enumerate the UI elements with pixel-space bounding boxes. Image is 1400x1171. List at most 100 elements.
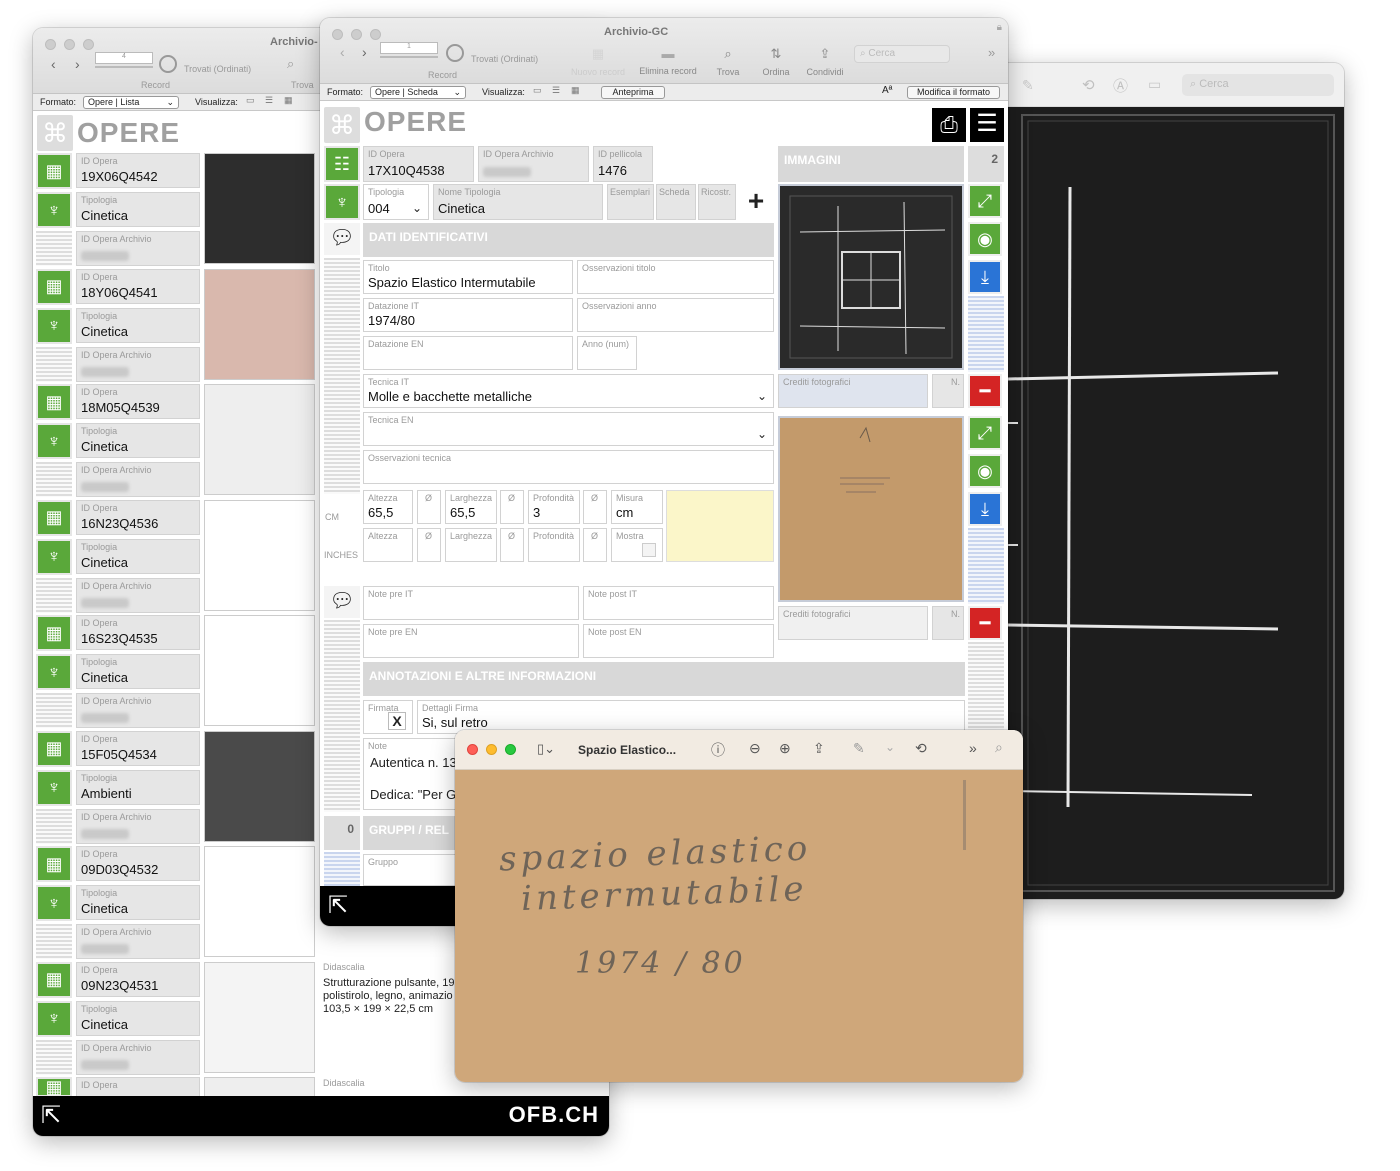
osservazioni-titolo-field[interactable]: Osservazioni titolo bbox=[577, 260, 774, 294]
diametro-field[interactable]: Ø bbox=[417, 528, 441, 562]
id-archivio-field[interactable]: ID Opera Archivio bbox=[76, 1039, 200, 1075]
note-post-en-field[interactable]: Note post EN bbox=[583, 624, 774, 658]
misura-field[interactable]: Misura cm bbox=[611, 490, 663, 524]
download-image-button[interactable]: ⤓ bbox=[968, 260, 1002, 294]
print-button[interactable]: ⎙ bbox=[932, 108, 966, 142]
record-slider[interactable] bbox=[380, 56, 438, 58]
id-archivio-field[interactable]: ID Opera Archivio bbox=[76, 231, 200, 266]
id-pellicola-field[interactable]: ID pellicola 1476 bbox=[593, 146, 653, 182]
info-icon[interactable]: ⓘ bbox=[711, 740, 725, 760]
id-opera-field[interactable]: ID Opera 09N23Q4531 bbox=[76, 961, 200, 997]
id-archivio-field[interactable]: ID Opera Archivio bbox=[76, 346, 200, 382]
artwork-thumbnail[interactable] bbox=[204, 961, 315, 1073]
category-icon-button[interactable]: ♆ bbox=[36, 654, 72, 690]
id-archivio-field[interactable]: ID Opera Archivio bbox=[76, 577, 200, 613]
artwork-thumbnail[interactable] bbox=[204, 153, 315, 264]
category-icon-button[interactable]: ♆ bbox=[36, 423, 72, 459]
zoom-dot[interactable] bbox=[83, 39, 94, 50]
tipologia-field[interactable]: Tipologia Cinetica bbox=[76, 654, 200, 689]
id-opera-field[interactable]: ID Opera 18M05Q4539 bbox=[76, 384, 200, 419]
expand-image-button[interactable]: ⤢ bbox=[968, 184, 1002, 218]
profondita-cm-field[interactable]: Profondità 3 bbox=[528, 490, 580, 524]
category-icon-button[interactable]: ♆ bbox=[36, 538, 72, 575]
form-view-icon[interactable]: ▭ bbox=[533, 85, 542, 96]
larghezza-cm-field[interactable]: Larghezza 65,5 bbox=[445, 490, 497, 524]
esemplari-tab[interactable]: Esemplari bbox=[607, 184, 654, 220]
category-icon-button[interactable]: ♆ bbox=[36, 307, 72, 344]
share-icon[interactable]: ⇪ bbox=[813, 740, 825, 757]
tipologia-select[interactable]: Tipologia 004 ⌄ bbox=[363, 184, 429, 220]
record-icon-button[interactable]: ▦ bbox=[36, 268, 72, 305]
record-search-field[interactable]: ⌕ Cerca bbox=[854, 45, 950, 63]
note-pre-it-field[interactable]: Note pre IT bbox=[363, 586, 579, 620]
artwork-thumbnail[interactable] bbox=[204, 384, 315, 495]
datazione-en-field[interactable]: Datazione EN bbox=[363, 336, 573, 370]
photo-credits-field[interactable]: Crediti fotografici bbox=[778, 374, 928, 408]
diametro-field[interactable]: Ø bbox=[500, 490, 524, 524]
sidebar-toggle-icon[interactable]: ▯⌄ bbox=[537, 741, 555, 757]
chevron-down-icon[interactable]: ⌄ bbox=[885, 740, 895, 754]
rotate-icon[interactable]: ⟲ bbox=[915, 740, 927, 757]
artwork-thumbnail[interactable] bbox=[204, 730, 315, 842]
zoom-in-icon[interactable]: ⊕ bbox=[779, 740, 791, 757]
zoom-dot[interactable] bbox=[505, 744, 516, 755]
photo-number-field[interactable]: N. bbox=[932, 374, 964, 408]
more-icon[interactable]: » bbox=[988, 45, 995, 60]
notes-comment-button[interactable]: 💬︎ bbox=[324, 586, 360, 618]
table-view-icon[interactable]: ▦ bbox=[571, 85, 580, 96]
record-icon-button[interactable]: ▦ bbox=[36, 615, 72, 651]
artwork-thumbnail[interactable] bbox=[204, 499, 315, 611]
id-archivio-field[interactable]: ID Opera Archivio bbox=[76, 808, 200, 844]
tipologia-field[interactable]: Tipologia Cinetica bbox=[76, 423, 200, 458]
close-dot[interactable] bbox=[45, 39, 56, 50]
id-opera-field[interactable]: ID Opera 09D03Q4532 bbox=[76, 846, 200, 881]
tecnica-en-select[interactable]: Tecnica EN ⌄ bbox=[363, 412, 774, 446]
photo-credits-field[interactable]: Crediti fotografici bbox=[778, 606, 928, 640]
note-post-it-field[interactable]: Note post IT bbox=[583, 586, 774, 620]
diametro-field[interactable]: Ø bbox=[500, 528, 524, 562]
minimize-dot[interactable] bbox=[486, 744, 497, 755]
minimize-dot[interactable] bbox=[351, 29, 362, 40]
id-opera-field[interactable]: ID Opera 16S23Q4535 bbox=[76, 615, 200, 650]
list-view-button[interactable]: ☷ bbox=[324, 146, 360, 182]
window-controls[interactable] bbox=[332, 29, 381, 40]
dettagli-firma-field[interactable]: Dettagli Firma Si, sul retro bbox=[417, 700, 965, 734]
edit-format-button[interactable]: Modifica il formato bbox=[907, 86, 1000, 99]
preview-button[interactable]: Anteprima bbox=[601, 86, 665, 99]
tipologia-field[interactable]: Tipologia Cinetica bbox=[76, 192, 200, 227]
artwork-thumbnail[interactable] bbox=[204, 1077, 315, 1097]
photo-number-field[interactable]: N. bbox=[932, 606, 964, 640]
zoom-out-icon[interactable]: ⊖ bbox=[749, 740, 761, 757]
osservazioni-tecnica-field[interactable]: Osservazioni tecnica bbox=[363, 450, 774, 484]
id-opera-field[interactable]: ID Opera 15F05Q4534 bbox=[76, 730, 200, 766]
prev-record-icon[interactable]: ‹ bbox=[51, 56, 56, 72]
record-slider[interactable] bbox=[95, 66, 153, 68]
record-icon-button[interactable]: ▦ bbox=[36, 153, 72, 189]
find-button[interactable]: ⌕ Trova bbox=[708, 46, 748, 77]
rotate-icon[interactable]: ⟲ bbox=[1082, 76, 1095, 94]
remove-image-button[interactable]: ━ bbox=[968, 374, 1002, 408]
scheda-tab[interactable]: Scheda bbox=[656, 184, 696, 220]
next-record-icon[interactable]: › bbox=[75, 56, 80, 72]
record-icon-button[interactable]: ▦ bbox=[36, 846, 72, 882]
annotate-icon[interactable]: Ⓐ bbox=[1113, 75, 1128, 96]
form-icon[interactable]: ▭ bbox=[1148, 76, 1161, 93]
osservazioni-anno-field[interactable]: Osservazioni anno bbox=[577, 298, 774, 332]
window-controls[interactable] bbox=[467, 744, 516, 755]
back-image[interactable] bbox=[778, 416, 964, 602]
category-icon-button[interactable]: ♆ bbox=[36, 769, 72, 806]
minimize-dot[interactable] bbox=[64, 39, 75, 50]
firmata-checkbox[interactable]: X bbox=[388, 712, 406, 730]
altezza-cm-field[interactable]: Altezza 65,5 bbox=[363, 490, 413, 524]
list-view-icon[interactable]: ☰ bbox=[265, 95, 273, 106]
id-opera-field[interactable]: ID Opera bbox=[76, 1077, 200, 1097]
zoom-dot[interactable] bbox=[370, 29, 381, 40]
close-dot[interactable] bbox=[467, 744, 478, 755]
altezza-in-field[interactable]: Altezza bbox=[363, 528, 413, 562]
diametro-field[interactable]: Ø bbox=[583, 490, 607, 524]
tipologia-field[interactable]: Tipologia Ambienti bbox=[76, 769, 200, 805]
markup-icon[interactable]: ✎ bbox=[853, 740, 865, 757]
open-external-icon[interactable]: ⇱ bbox=[41, 1101, 61, 1130]
form-view-icon[interactable]: ▭ bbox=[246, 95, 255, 106]
add-button[interactable]: + bbox=[738, 184, 774, 220]
